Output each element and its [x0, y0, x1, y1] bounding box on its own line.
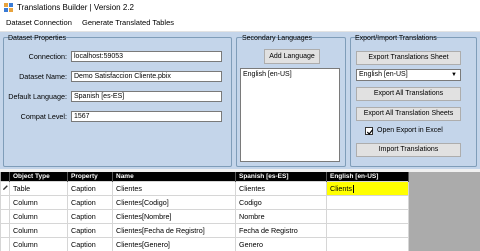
open-export-in-excel-checkbox[interactable] — [365, 127, 374, 135]
cell-english-editing[interactable]: Clients — [326, 181, 409, 196]
secondary-languages-list[interactable]: English [en-US] — [240, 68, 340, 162]
cell-spanish[interactable]: Clientes — [235, 181, 327, 196]
cell-spanish[interactable]: Nombre — [235, 209, 327, 224]
pencil-icon — [2, 185, 8, 190]
chevron-down-icon: ▼ — [451, 72, 457, 78]
cell-property[interactable]: Caption — [67, 181, 113, 196]
add-language-button[interactable]: Add Language — [264, 49, 320, 64]
cell-spanish[interactable]: Fecha de Registro — [235, 223, 327, 238]
export-translations-sheet-button[interactable]: Export Translations Sheet — [356, 51, 461, 65]
cell-property[interactable]: Caption — [67, 237, 113, 251]
export-all-translations-button[interactable]: Export All Translations — [356, 87, 461, 101]
import-translations-button[interactable]: Import Translations — [356, 143, 461, 157]
export-all-translation-sheets-button[interactable]: Export All Translation Sheets — [356, 107, 461, 121]
title-bar: Translations Builder | Version 2.2 — [0, 0, 480, 15]
column-header-object-type[interactable]: Object Type — [9, 172, 68, 182]
dataset-name-label: Dataset Name: — [19, 72, 67, 81]
window-title: Translations Builder | Version 2.2 — [17, 3, 134, 12]
table-row[interactable]: Column Caption Clientes[Codigo] Codigo — [0, 195, 409, 210]
menu-bar: Dataset Connection Generate Translated T… — [0, 15, 480, 32]
dataset-properties-title: Dataset Properties — [8, 35, 66, 42]
export-import-title: Export/Import Translations — [355, 35, 437, 42]
menu-generate-translated-tables[interactable]: Generate Translated Tables — [82, 18, 174, 28]
cell-name[interactable]: Clientes[Codigo] — [112, 195, 236, 210]
row-header[interactable] — [0, 237, 10, 251]
table-row[interactable]: Column Caption Clientes[Genero] Genero — [0, 237, 409, 251]
menu-dataset-connection[interactable]: Dataset Connection — [6, 18, 72, 28]
column-header-property[interactable]: Property — [67, 172, 113, 182]
text-cursor — [352, 185, 354, 194]
row-header[interactable] — [0, 195, 10, 210]
cell-english[interactable] — [326, 237, 409, 251]
column-header-spanish[interactable]: Spanish [es-ES] — [235, 172, 327, 182]
row-header[interactable] — [0, 223, 10, 238]
cell-name[interactable]: Clientes — [112, 181, 236, 196]
export-language-value: English [en-US] — [359, 71, 408, 78]
translations-table: Object Type Property Name Spanish [es-ES… — [0, 172, 409, 251]
table-row[interactable]: Column Caption Clientes[Fecha de Registro]… — [0, 223, 409, 238]
cell-name[interactable]: Clientes[Fecha de Registro] — [112, 223, 236, 238]
app-icon — [4, 3, 13, 12]
compat-level-field[interactable]: 1567 — [71, 111, 222, 122]
open-export-in-excel-label: Open Export in Excel — [377, 127, 443, 134]
row-header[interactable] — [0, 209, 10, 224]
list-item[interactable]: English [en-US] — [243, 70, 292, 80]
row-header-corner — [0, 172, 10, 182]
cell-name[interactable]: Clientes[Nombre] — [112, 209, 236, 224]
connection-label: Connection: — [28, 52, 67, 61]
cell-english[interactable] — [326, 223, 409, 238]
export-language-select[interactable]: English [en-US] ▼ — [356, 69, 461, 81]
cell-english[interactable] — [326, 209, 409, 224]
compat-level-label: Compat Level: — [20, 112, 67, 121]
cell-english[interactable] — [326, 195, 409, 210]
cell-object-type[interactable]: Column — [9, 209, 68, 224]
translations-grid: Object Type Property Name Spanish [es-ES… — [0, 172, 480, 251]
connection-field[interactable]: localhost:59053 — [71, 51, 222, 62]
default-language-field[interactable]: Spanish [es-ES] — [71, 91, 222, 102]
column-header-english[interactable]: English [en-US] — [326, 172, 409, 182]
table-row[interactable]: Table Caption Clientes Clientes Clients — [0, 181, 409, 196]
cell-property[interactable]: Caption — [67, 223, 113, 238]
checkmark-icon — [366, 129, 374, 135]
cell-property[interactable]: Caption — [67, 209, 113, 224]
cell-spanish[interactable]: Genero — [235, 237, 327, 251]
cell-object-type[interactable]: Column — [9, 223, 68, 238]
cell-object-type[interactable]: Column — [9, 195, 68, 210]
default-language-label: Default Language: — [8, 92, 67, 101]
dataset-name-field[interactable]: Demo Satisfaccion Cliente.pbix — [71, 71, 222, 82]
properties-panel: Dataset Properties Connection: localhost… — [0, 32, 480, 169]
cell-property[interactable]: Caption — [67, 195, 113, 210]
secondary-languages-title: Secondary Languages — [242, 35, 313, 42]
column-header-name[interactable]: Name — [112, 172, 236, 182]
cell-object-type[interactable]: Column — [9, 237, 68, 251]
grid-header-row: Object Type Property Name Spanish [es-ES… — [0, 172, 409, 182]
cell-object-type[interactable]: Table — [9, 181, 68, 196]
row-header[interactable] — [0, 181, 10, 196]
cell-spanish[interactable]: Codigo — [235, 195, 327, 210]
table-row[interactable]: Column Caption Clientes[Nombre] Nombre — [0, 209, 409, 224]
cell-name[interactable]: Clientes[Genero] — [112, 237, 236, 251]
